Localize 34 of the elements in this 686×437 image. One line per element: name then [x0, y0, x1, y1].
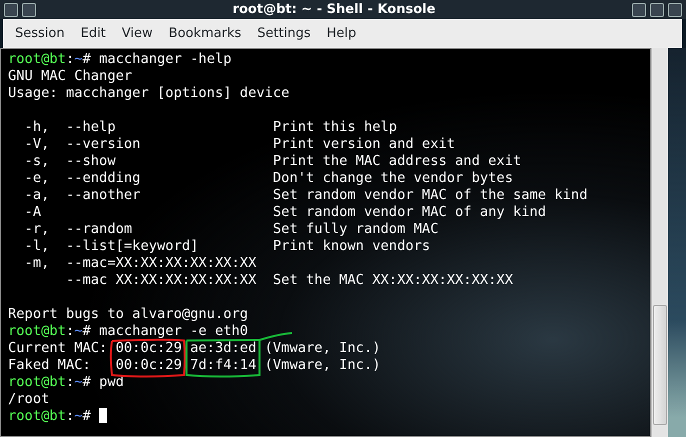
menu-item[interactable]: View — [114, 24, 161, 44]
menu-item[interactable]: Settings — [249, 24, 319, 44]
output-line: -A Set random vendor MAC of any kind — [24, 204, 546, 221]
minimize-button[interactable] — [632, 2, 646, 16]
command-line: root@bt:~# macchanger -e eth0 — [8, 323, 248, 340]
output-line: -V, --version Print version and exit — [24, 136, 456, 153]
output-line: -r, --random Set fully random MAC — [24, 221, 438, 238]
output-line: -h, --help Print this help — [24, 119, 398, 136]
command-line: root@bt:~# macchanger -help — [8, 51, 232, 68]
pin-button[interactable] — [22, 2, 36, 16]
output-line: Faked MAC: 00:0c:29 7d:f4:14 (Vmware, Inc.) — [8, 357, 381, 374]
close-button[interactable] — [668, 2, 682, 16]
window-title: root@bt: ~ - Shell - Konsole — [232, 0, 436, 19]
menu-item[interactable]: Edit — [72, 24, 114, 44]
output-line: -m, --mac=XX:XX:XX:XX:XX:XX — [24, 255, 256, 272]
output-line: GNU MAC Changer — [8, 68, 132, 85]
output-line: Current MAC: 00:0c:29 ae:3d:ed (Vmware, Inc.) — [8, 340, 381, 357]
command-line: root@bt:~# pwd — [8, 374, 124, 391]
output-line: Report bugs to alvaro@gnu.org — [8, 306, 248, 323]
command-line: root@bt:~# — [8, 408, 108, 425]
output-line: --mac XX:XX:XX:XX:XX:XX Set the MAC XX:XX:XX:XX:XX:XX — [64, 272, 513, 289]
output-line: -s, --show Print the MAC address and exit — [24, 153, 522, 170]
output-line: -l, --list[=keyword] Print known vendors — [24, 238, 430, 255]
output-line: -a, --another Set random vendor MAC of the same kind — [24, 187, 588, 204]
window-menu-button[interactable] — [4, 2, 18, 16]
output-line: -e, --endding Don't change the vendor bytes — [24, 170, 513, 187]
scrollbar-thumb[interactable] — [653, 305, 667, 425]
menu-item[interactable]: Help — [318, 24, 364, 44]
menu-item[interactable]: Session — [7, 24, 73, 44]
output-line: /root — [8, 391, 50, 408]
scrollbar[interactable] — [651, 48, 668, 437]
output-line: Usage: macchanger [options] device — [8, 85, 290, 102]
menu-item[interactable]: Bookmarks — [160, 24, 250, 44]
maximize-button[interactable] — [650, 2, 664, 16]
